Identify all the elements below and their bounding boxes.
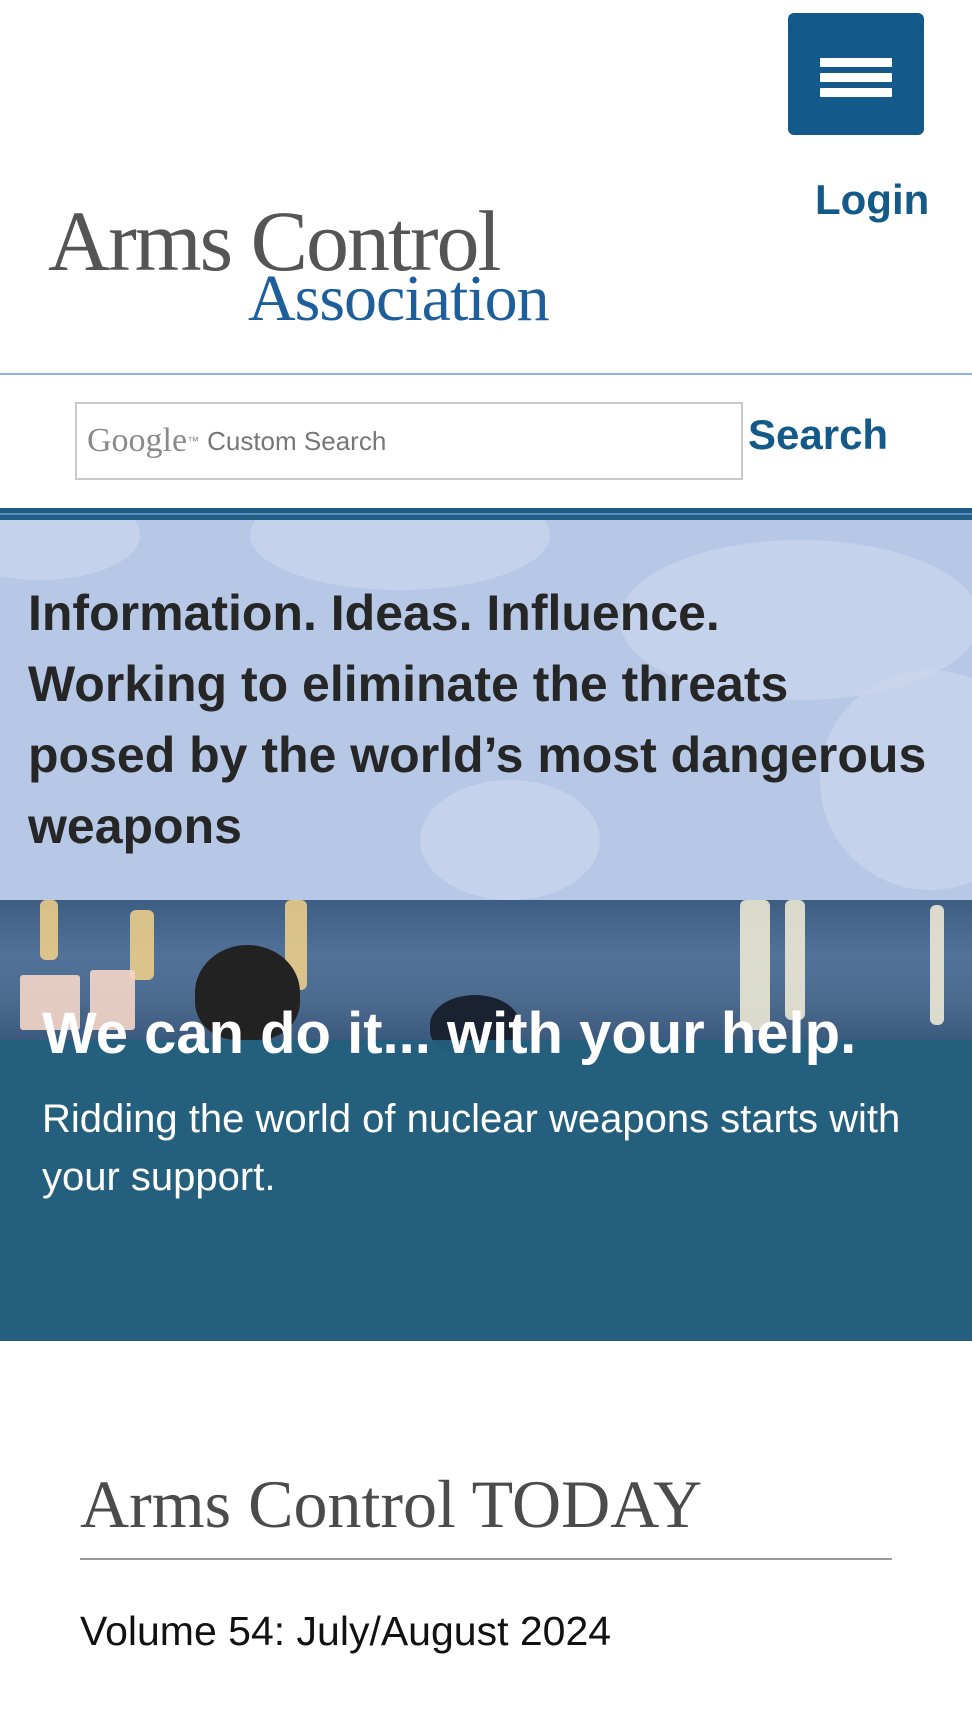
support-banner[interactable]: We can do it... with your help. Ridding … [0, 900, 972, 1341]
hamburger-menu-icon [820, 58, 892, 67]
google-trademark: ™ [187, 434, 200, 448]
login-link[interactable]: Login [815, 176, 929, 224]
logo-line-2: Association [248, 262, 550, 335]
search-divider [0, 508, 972, 520]
support-body: Ridding the world of nuclear weapons sta… [42, 1097, 901, 1199]
support-headline: We can do it... with your help. [42, 1001, 857, 1066]
arms-control-today-divider [80, 1558, 892, 1560]
search-placeholder: Custom Search [207, 425, 387, 456]
tagline-banner: Information. Ideas. Influence. Working t… [0, 520, 972, 900]
world-map-shape [0, 520, 140, 580]
light-reflection [930, 905, 944, 1025]
site-logo[interactable]: Arms Control Association [48, 198, 628, 333]
search-divider-highlight [0, 513, 972, 515]
search-button[interactable]: Search [748, 411, 888, 459]
google-logo: Google [87, 422, 188, 459]
tagline-text: Information. Ideas. Influence. Working t… [28, 585, 927, 854]
search-input[interactable]: Google ™ Custom Search [75, 402, 743, 480]
hamburger-menu-icon-bar [820, 73, 892, 82]
header-divider [0, 373, 972, 375]
light-reflection [40, 900, 58, 960]
issue-volume[interactable]: Volume 54: July/August 2024 [80, 1608, 611, 1655]
menu-button[interactable] [788, 13, 924, 135]
arms-control-today-title[interactable]: Arms Control TODAY [80, 1465, 702, 1544]
hamburger-menu-icon-bar [820, 88, 892, 97]
